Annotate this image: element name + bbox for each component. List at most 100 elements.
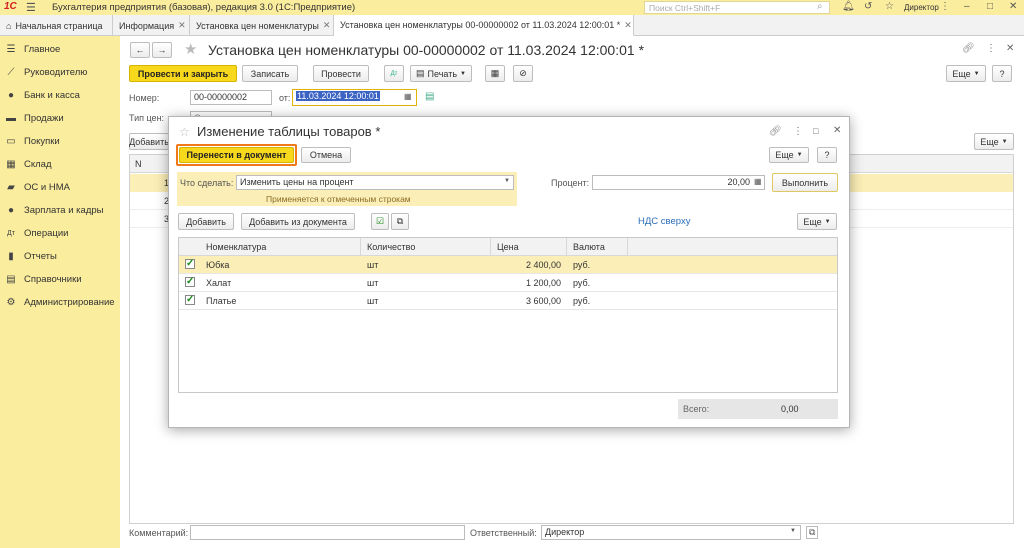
forward-button[interactable]: → <box>152 42 172 58</box>
app-title-bar: 1С ☰ Бухгалтерия предприятия (базовая), … <box>0 0 1024 15</box>
uncheck-all-icon[interactable]: ⧉ <box>391 213 409 230</box>
bell-icon[interactable]: 🔔︎ <box>842 1 855 12</box>
tab-home[interactable]: ⌂ Начальная страница <box>0 15 113 36</box>
post-and-close-button[interactable]: Провести и закрыть <box>129 65 237 82</box>
favorite-star-icon[interactable]: ☆ <box>179 125 190 139</box>
row-qty: шт <box>367 296 379 306</box>
back-button[interactable]: ← <box>130 42 150 58</box>
grid-more-button[interactable]: Еще ▼ <box>797 213 837 230</box>
sidebar-item-main[interactable]: ☰ Главное <box>0 38 120 60</box>
more-menu-icon[interactable]: ⋮ <box>986 43 996 54</box>
action-hint: Применяется к отмеченным строкам <box>266 194 411 204</box>
sidebar-item-bank[interactable]: ● Банк и касса <box>0 84 120 106</box>
date-field[interactable]: 11.03.2024 12:00:01 <box>292 89 417 106</box>
row-currency: руб. <box>573 260 591 270</box>
operations-icon: Дт <box>7 229 15 237</box>
cancel-button[interactable]: Отмена <box>301 147 351 163</box>
structure-icon[interactable]: ▦ <box>485 65 505 82</box>
close-tab-icon[interactable]: ✕ <box>323 20 331 31</box>
col-name-header: Номенклатура <box>206 242 267 252</box>
responsible-field[interactable]: Директор <box>541 525 801 540</box>
calculator-icon[interactable]: ▦ <box>754 177 762 186</box>
comment-field[interactable] <box>190 525 465 540</box>
close-tab-icon[interactable]: ✕ <box>624 20 632 31</box>
percent-label: Процент: <box>551 178 590 188</box>
grid-header: Номенклатура Количество Цена Валюта <box>179 238 837 256</box>
row-checkbox[interactable]: ✓ <box>185 295 195 305</box>
maximize-icon[interactable]: □ <box>813 126 818 136</box>
more-button[interactable]: Еще ▼ <box>946 65 986 82</box>
save-button[interactable]: Записать <box>242 65 298 82</box>
table-add-button[interactable]: Добавить <box>129 133 169 150</box>
check-all-icon[interactable]: ☑ <box>371 213 389 230</box>
row-name: Платье <box>206 296 237 306</box>
sidebar-item-assets[interactable]: ▰ ОС и НМА <box>0 176 120 198</box>
close-form-icon[interactable]: ✕ <box>1006 43 1014 54</box>
more-menu-icon[interactable]: ⋮ <box>793 126 803 137</box>
close-dialog-icon[interactable]: ✕ <box>833 125 841 136</box>
execute-button[interactable]: Выполнить <box>772 173 838 192</box>
warehouse-icon: ▦ <box>6 158 16 170</box>
attach-icon[interactable]: ⊘ <box>513 65 533 82</box>
link-icon[interactable]: 🔗︎ <box>769 126 782 137</box>
row-checkbox[interactable]: ✓ <box>185 259 195 269</box>
dt-kt-icon[interactable]: Дт <box>384 65 404 82</box>
chevron-down-icon[interactable]: ▼ <box>504 178 510 184</box>
date-label: от: <box>279 93 291 103</box>
page-title: Установка цен номенклатуры 00-00000002 о… <box>208 42 645 58</box>
close-tab-icon[interactable]: ✕ <box>178 20 186 31</box>
sidebar-item-reports[interactable]: ▮ Отчеты <box>0 245 120 267</box>
tab-info[interactable]: Информация ✕ <box>113 15 190 36</box>
sidebar-item-warehouse[interactable]: ▦ Склад <box>0 153 120 175</box>
sidebar-item-purchases[interactable]: ▭ Покупки <box>0 130 120 152</box>
history-icon[interactable]: ↺ <box>864 1 872 12</box>
post-button[interactable]: Провести <box>313 65 369 82</box>
edit-date-icon[interactable]: ▤ <box>425 91 434 102</box>
total-label: Всего: <box>683 404 710 414</box>
action-select[interactable]: Изменить цены на процент <box>236 175 514 190</box>
help-button[interactable]: ? <box>992 65 1012 82</box>
close-icon[interactable]: ✕ <box>1009 1 1017 12</box>
search-icon[interactable]: ⌕ <box>817 1 823 12</box>
favorite-star-icon[interactable]: ★ <box>184 40 197 58</box>
sidebar-item-manager[interactable]: ⟋ Руководителю <box>0 61 120 83</box>
sidebar-item-admin[interactable]: ⚙ Администрирование <box>0 291 120 313</box>
link-icon[interactable]: 🔗︎ <box>962 43 975 54</box>
row-checkbox[interactable]: ✓ <box>185 277 195 287</box>
main-menu-icon[interactable]: ☰ <box>26 1 36 14</box>
tab-document[interactable]: Установка цен номенклатуры 00-00000002 о… <box>334 15 634 36</box>
maximize-icon[interactable]: □ <box>987 1 993 12</box>
percent-field[interactable]: 20,00 <box>592 175 765 190</box>
table-row[interactable]: ✓ Халат шт 1 200,00 руб. <box>179 274 837 292</box>
add-button[interactable]: Добавить <box>178 213 234 230</box>
tab-set-prices[interactable]: Установка цен номенклатуры ✕ <box>190 15 334 36</box>
row-currency: руб. <box>573 278 591 288</box>
settings-menu-icon[interactable]: ⋮ <box>940 1 950 12</box>
star-icon[interactable]: ☆ <box>885 1 894 12</box>
vat-on-top-link[interactable]: НДС сверху <box>638 216 690 227</box>
gear-icon: ⚙ <box>6 296 16 308</box>
sidebar-item-operations[interactable]: Дт Операции <box>0 222 120 244</box>
sidebar-item-salary[interactable]: ● Зарплата и кадры <box>0 199 120 221</box>
book-icon: ▤ <box>6 273 16 285</box>
sidebar-item-catalogs[interactable]: ▤ Справочники <box>0 268 120 290</box>
open-icon[interactable]: ⧉ <box>806 526 819 539</box>
global-search-input[interactable]: Поиск Ctrl+Shift+F <box>644 1 830 14</box>
table-more-button[interactable]: Еще ▼ <box>974 133 1014 150</box>
sidebar-item-sales[interactable]: ▬ Продажи <box>0 107 120 129</box>
number-field[interactable]: 00-00000002 <box>190 90 272 105</box>
add-from-document-button[interactable]: Добавить из документа <box>241 213 355 230</box>
current-user[interactable]: Директор <box>904 3 939 12</box>
dialog-more-button[interactable]: Еще ▼ <box>769 147 809 163</box>
table-row[interactable]: ✓ Платье шт 3 600,00 руб. <box>179 292 837 310</box>
products-grid: Номенклатура Количество Цена Валюта ✓ Юб… <box>178 237 838 393</box>
calendar-icon[interactable]: ▦ <box>404 92 412 101</box>
dialog-help-button[interactable]: ? <box>817 147 837 163</box>
action-label: Что сделать: <box>180 178 234 188</box>
table-row[interactable]: ✓ Юбка шт 2 400,00 руб. <box>179 256 837 274</box>
print-button[interactable]: ▤ Печать ▼ <box>410 65 472 82</box>
chevron-down-icon: ▼ <box>1001 138 1008 145</box>
chevron-down-icon[interactable]: ▼ <box>790 528 796 534</box>
transfer-to-document-button[interactable]: Перенести в документ <box>179 147 294 163</box>
minimize-icon[interactable]: – <box>964 1 970 12</box>
